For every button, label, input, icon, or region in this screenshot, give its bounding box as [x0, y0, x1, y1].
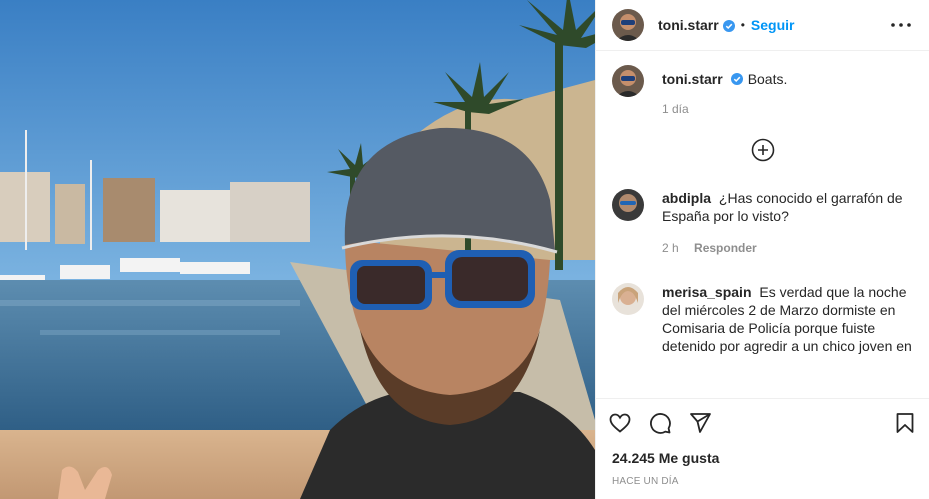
- comment-icon[interactable]: [648, 403, 688, 443]
- selfie-harbor-photo: [0, 0, 595, 499]
- follow-button[interactable]: Seguir: [751, 17, 795, 33]
- more-options-icon[interactable]: [889, 13, 913, 37]
- bookmark-icon[interactable]: [877, 403, 917, 443]
- post-timestamp[interactable]: HACE UN DÍA: [596, 476, 929, 487]
- comments-section: toni.starr Boats. 1 día abdipla ¿Has con…: [596, 51, 929, 398]
- likes-count[interactable]: 24.245 Me gusta: [596, 450, 929, 466]
- comment-username[interactable]: abdipla: [662, 190, 711, 206]
- verified-badge-icon: [730, 71, 743, 85]
- action-bar: [596, 398, 929, 446]
- plus-circle-icon[interactable]: [751, 138, 775, 165]
- comment-username[interactable]: merisa_spain: [662, 284, 752, 300]
- reply-button[interactable]: Responder: [694, 241, 757, 255]
- instagram-post: toni.starr • Seguir toni.starr Boats. 1 …: [0, 0, 929, 499]
- caption-text: Boats.: [747, 71, 788, 87]
- caption-time[interactable]: 1 día: [662, 102, 689, 116]
- comment-item: abdipla ¿Has conocido el garrafón de Esp…: [612, 189, 913, 255]
- verified-badge-icon: [722, 19, 735, 32]
- post-photo[interactable]: [0, 0, 595, 499]
- author-avatar[interactable]: [612, 65, 644, 97]
- comment-time[interactable]: 2 h: [662, 241, 679, 255]
- comment-item: merisa_spain Es verdad que la noche del …: [612, 283, 913, 355]
- author-username[interactable]: toni.starr: [658, 17, 719, 33]
- commenter-avatar[interactable]: [612, 189, 644, 221]
- heart-icon[interactable]: [608, 403, 648, 443]
- load-more-comments-button[interactable]: [612, 138, 913, 165]
- commenter-avatar[interactable]: [612, 283, 644, 315]
- post-header: toni.starr • Seguir: [596, 0, 929, 51]
- share-icon[interactable]: [688, 403, 728, 443]
- post-side-panel: toni.starr • Seguir toni.starr Boats. 1 …: [595, 0, 929, 499]
- caption: toni.starr Boats. 1 día: [612, 65, 913, 116]
- author-avatar[interactable]: [612, 9, 644, 41]
- separator-dot: •: [740, 18, 745, 32]
- caption-username[interactable]: toni.starr: [662, 71, 723, 87]
